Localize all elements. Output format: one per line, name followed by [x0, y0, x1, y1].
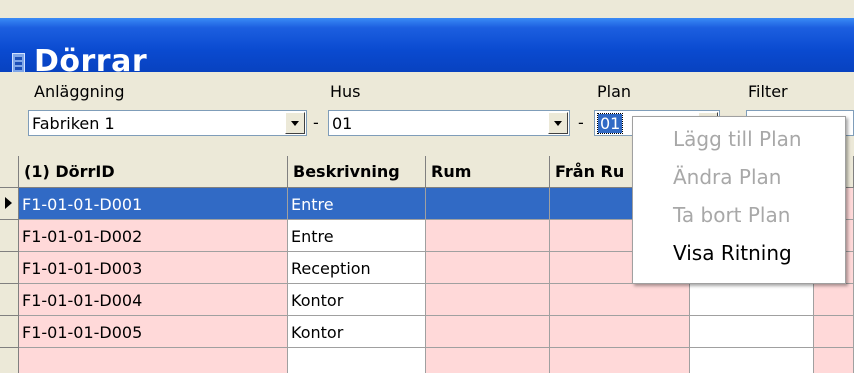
table-cell[interactable]	[814, 284, 854, 316]
plan-value: 01	[596, 113, 624, 134]
table-cell[interactable]	[690, 284, 814, 316]
table-cell-dorrid[interactable]	[19, 348, 288, 373]
table-cell[interactable]	[690, 348, 814, 373]
filter-panel: Anläggning Hus Plan Filter Fabriken 1 - …	[0, 72, 854, 373]
title-bar[interactable]: Dörrar	[0, 18, 854, 79]
table-cell-rum[interactable]	[426, 316, 550, 348]
table-cell-dorrid[interactable]: F1-01-01-D002	[19, 220, 288, 252]
row-selector[interactable]	[0, 316, 19, 348]
row-selector[interactable]	[0, 348, 19, 373]
hus-combo[interactable]: 01	[328, 110, 570, 136]
table-cell-fran-rum[interactable]	[550, 284, 690, 316]
separator-dash: -	[578, 113, 584, 132]
form-icon	[12, 53, 25, 73]
filter-label: Filter	[748, 82, 788, 101]
hus-label: Hus	[330, 82, 361, 101]
anlaggning-label: Anläggning	[34, 82, 125, 101]
table-cell-beskrivning[interactable]: Kontor	[288, 284, 426, 316]
plan-label: Plan	[597, 82, 632, 101]
table-cell-beskrivning[interactable]	[288, 348, 426, 373]
row-selector[interactable]	[0, 252, 19, 284]
menu-item-lagg-till-plan[interactable]: Lägg till Plan	[673, 127, 802, 151]
table-cell[interactable]	[690, 316, 814, 348]
corner-header	[0, 156, 19, 188]
table-cell-beskrivning[interactable]: Entre	[288, 188, 426, 220]
table-cell-fran-rum[interactable]	[550, 348, 690, 373]
table-cell-rum[interactable]	[426, 220, 550, 252]
table-cell[interactable]	[814, 316, 854, 348]
table-cell-beskrivning[interactable]: Reception	[288, 252, 426, 284]
column-header-beskrivning[interactable]: Beskrivning	[288, 156, 426, 188]
hus-value: 01	[332, 114, 353, 133]
context-menu: Lägg till Plan Ändra Plan Ta bort Plan V…	[632, 116, 846, 284]
anlaggning-value: Fabriken 1	[32, 114, 115, 133]
column-header-rum[interactable]: Rum	[426, 156, 550, 188]
window-top-border	[0, 0, 854, 18]
anlaggning-combo[interactable]: Fabriken 1	[28, 110, 307, 136]
table-cell-rum[interactable]	[426, 252, 550, 284]
row-selector-current[interactable]	[0, 188, 19, 220]
table-cell-rum[interactable]	[426, 348, 550, 373]
table-cell-dorrid[interactable]: F1-01-01-D005	[19, 316, 288, 348]
row-selector[interactable]	[0, 220, 19, 252]
table-cell[interactable]	[814, 348, 854, 373]
table-cell-dorrid[interactable]: F1-01-01-D004	[19, 284, 288, 316]
app-window: Dörrar Anläggning Hus Plan Filter Fabrik…	[0, 0, 854, 373]
table-cell-beskrivning[interactable]: Entre	[288, 220, 426, 252]
chevron-down-icon[interactable]	[548, 112, 568, 134]
menu-item-ta-bort-plan[interactable]: Ta bort Plan	[673, 203, 790, 227]
table-cell-beskrivning[interactable]: Kontor	[288, 316, 426, 348]
column-header-dorrid[interactable]: (1) DörrID	[19, 156, 288, 188]
table-cell-dorrid[interactable]: F1-01-01-D001	[19, 188, 288, 220]
menu-item-visa-ritning[interactable]: Visa Ritning	[673, 241, 792, 265]
table-cell-rum[interactable]	[426, 188, 550, 220]
menu-item-andra-plan[interactable]: Ändra Plan	[673, 165, 781, 189]
table-cell-dorrid[interactable]: F1-01-01-D003	[19, 252, 288, 284]
table-cell-rum[interactable]	[426, 284, 550, 316]
row-selector[interactable]	[0, 284, 19, 316]
table-cell-fran-rum[interactable]	[550, 316, 690, 348]
chevron-down-icon[interactable]	[285, 112, 305, 134]
separator-dash: -	[313, 113, 319, 132]
